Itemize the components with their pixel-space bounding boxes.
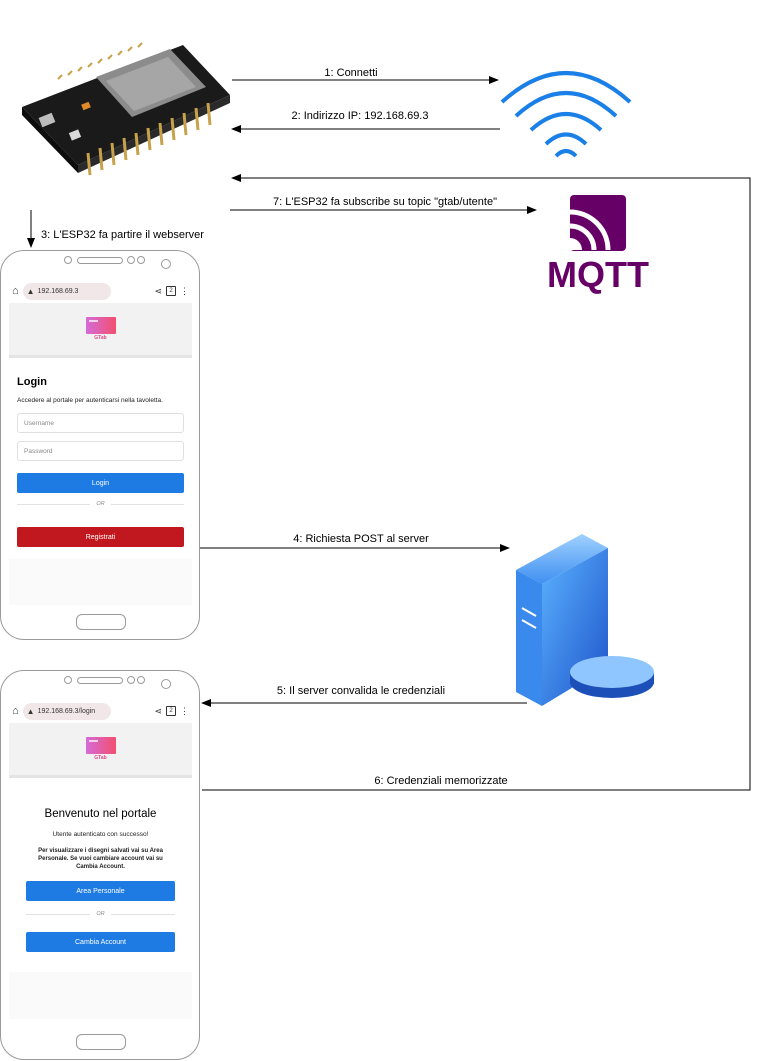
logo-header: GTab: [9, 723, 192, 778]
page-title: Login: [17, 376, 47, 388]
browser-bar: ⌂ ▲ 192.168.69.3/login ⋖ 2 ⋮: [9, 699, 192, 723]
address-bar[interactable]: ▲ 192.168.69.3: [22, 282, 111, 300]
edge-7-label: 7: L'ESP32 fa subscribe su topic "gtab/u…: [273, 196, 497, 208]
home-button: [76, 614, 126, 630]
login-button[interactable]: Login: [17, 473, 184, 493]
logo-header: GTab: [9, 303, 192, 358]
phone-screen: ⌂ ▲ 192.168.69.3/login ⋖ 2 ⋮ GTab Benven…: [9, 699, 192, 1019]
menu-icon[interactable]: ⋮: [180, 706, 189, 717]
home-icon[interactable]: ⌂: [12, 705, 19, 717]
share-icon[interactable]: ⋖: [154, 706, 162, 717]
edge-1-label: 1: Connetti: [324, 67, 377, 79]
login-card: Login Accedere al portale per autenticar…: [9, 358, 192, 559]
page-subtitle: Accedere al portale per autenticarsi nel…: [17, 397, 163, 404]
phone-screen: ⌂ ▲ 192.168.69.3 ⋖ 2 ⋮ GTab Login Accede…: [9, 279, 192, 605]
speaker: [77, 257, 123, 264]
camera-icon: [127, 676, 135, 684]
edge-3-label: 3: L'ESP32 fa partire il webserver: [41, 229, 204, 241]
edge-6-stored-credentials: [202, 174, 751, 791]
area-personale-button[interactable]: Area Personale: [26, 881, 175, 901]
page-title: Benvenuto nel portale: [44, 808, 157, 820]
success-message: Utente autenticato con successo!: [52, 831, 149, 838]
edge-4-label: 4: Richiesta POST al server: [293, 533, 429, 545]
camera-icon: [127, 256, 135, 264]
home-button: [76, 1034, 126, 1050]
gtab-logo: [85, 737, 116, 754]
tabs-count-icon[interactable]: 2: [166, 706, 176, 716]
warning-icon: ▲: [26, 706, 35, 716]
edge-6-label: 6: Credenziali memorizzate: [374, 775, 507, 787]
edge-2-label: 2: Indirizzo IP: 192.168.69.3: [292, 110, 429, 122]
sensor: [161, 259, 171, 269]
camera-icon: [64, 256, 72, 264]
url-text: 192.168.69.3/login: [37, 707, 96, 715]
camera-icon: [64, 676, 72, 684]
sensor: [161, 679, 171, 689]
info-message: Per visualizzare i disegni salvati vai s…: [38, 848, 163, 870]
username-input[interactable]: Username: [17, 413, 184, 433]
tabs-count-icon[interactable]: 2: [166, 286, 176, 296]
home-icon[interactable]: ⌂: [12, 285, 19, 297]
address-bar[interactable]: ▲ 192.168.69.3/login: [22, 702, 111, 720]
password-input[interactable]: Password: [17, 441, 184, 461]
gtab-logo: [85, 317, 116, 334]
or-divider: OR: [17, 495, 184, 513]
logo-text: GTab: [94, 335, 107, 341]
or-divider: OR: [26, 905, 175, 923]
warning-icon: ▲: [26, 286, 35, 296]
register-button[interactable]: Registrati: [17, 527, 184, 547]
phone-login: ⌂ ▲ 192.168.69.3 ⋖ 2 ⋮ GTab Login Accede…: [0, 250, 200, 640]
phone-welcome: ⌂ ▲ 192.168.69.3/login ⋖ 2 ⋮ GTab Benven…: [0, 670, 200, 1060]
welcome-card: Benvenuto nel portale Utente autenticato…: [9, 778, 192, 972]
url-text: 192.168.69.3: [37, 287, 79, 295]
logo-text: GTab: [94, 755, 107, 761]
cambia-account-button[interactable]: Cambia Account: [26, 932, 175, 952]
browser-bar: ⌂ ▲ 192.168.69.3 ⋖ 2 ⋮: [9, 279, 192, 303]
share-icon[interactable]: ⋖: [154, 286, 162, 297]
menu-icon[interactable]: ⋮: [180, 286, 189, 297]
camera-icon: [137, 676, 145, 684]
camera-icon: [137, 256, 145, 264]
edge-5-label: 5: Il server convalida le credenziali: [277, 685, 445, 697]
speaker: [77, 677, 123, 684]
